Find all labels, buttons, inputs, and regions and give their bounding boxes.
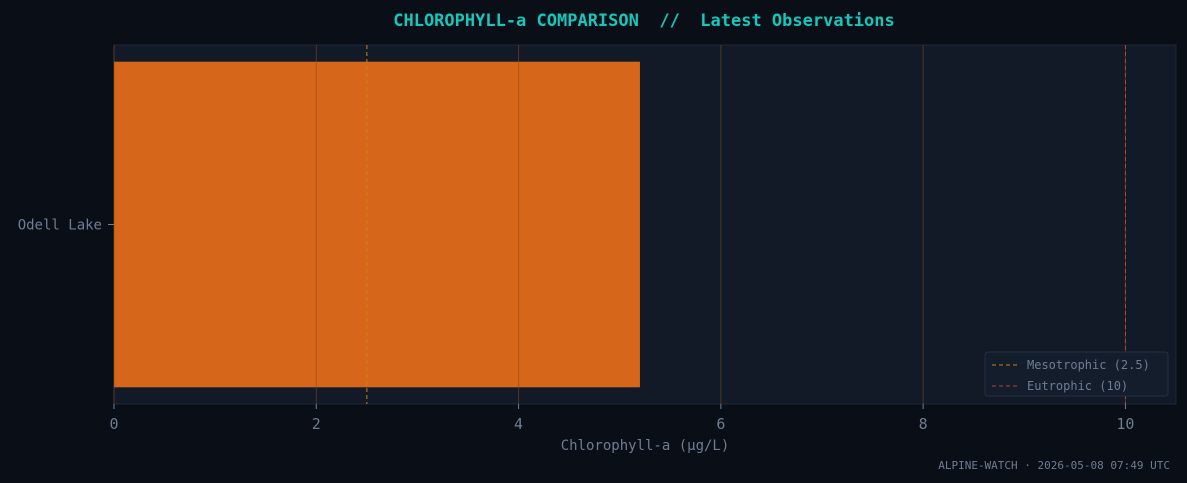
- y-tick-label: Odell Lake: [18, 218, 102, 234]
- legend: Mesotrophic (2.5) Eutrophic (10): [984, 351, 1169, 397]
- chart-title: CHLOROPHYLL-a COMPARISON // Latest Obser…: [393, 11, 895, 31]
- x-tick-label: 8: [919, 415, 928, 433]
- x-tick-label: 2: [312, 415, 321, 433]
- x-tick-label: 10: [1116, 415, 1134, 433]
- legend-label-1: Eutrophic (10): [1027, 379, 1128, 393]
- chart-container: CHLOROPHYLL-a COMPARISON // Latest Obser…: [0, 0, 1187, 483]
- x-tick-label: 6: [716, 415, 725, 433]
- x-tick-label: 4: [514, 415, 523, 433]
- footer-timestamp: ALPINE-WATCH · 2026-05-08 07:49 UTC: [938, 459, 1170, 472]
- x-axis-label: Chlorophyll-a (µg/L): [561, 438, 730, 454]
- x-tick-label: 0: [109, 415, 118, 433]
- bars: [114, 61, 640, 388]
- bar-0: [114, 61, 640, 388]
- legend-label-0: Mesotrophic (2.5): [1027, 358, 1150, 372]
- chart-svg: CHLOROPHYLL-a COMPARISON // Latest Obser…: [18, 11, 1177, 472]
